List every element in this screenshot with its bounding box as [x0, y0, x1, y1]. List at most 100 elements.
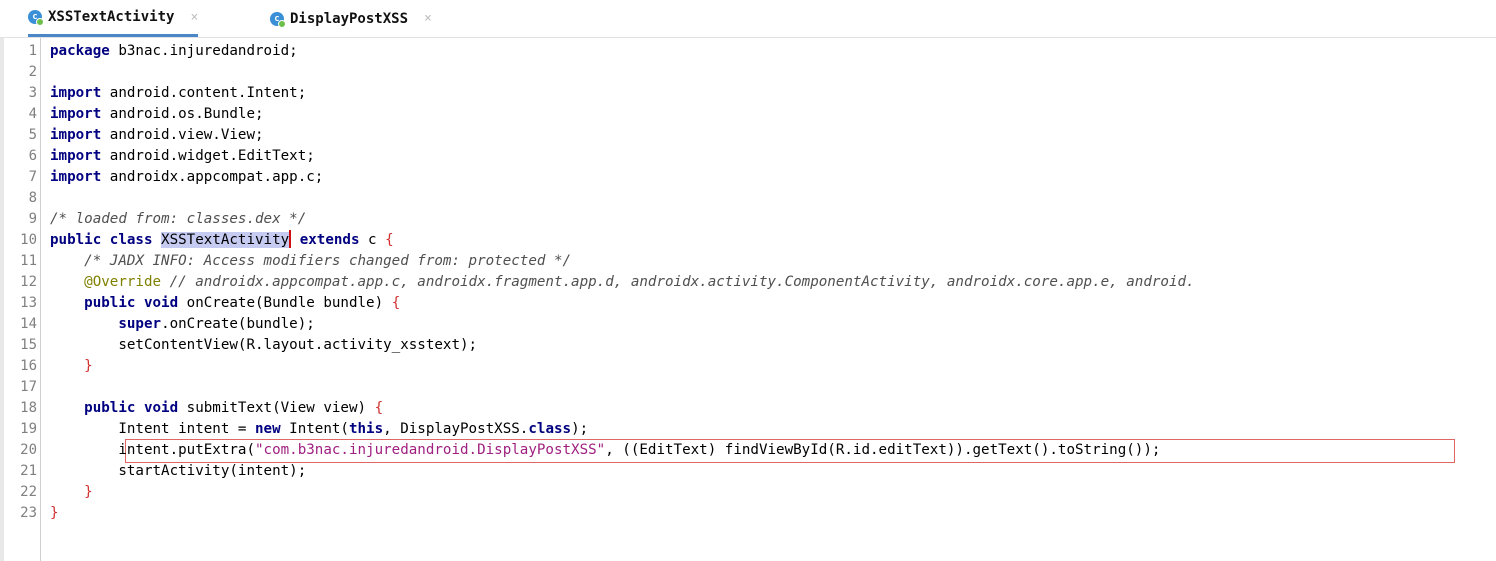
code-token: onCreate(Bundle bundle)	[178, 295, 392, 311]
line-number: 22	[20, 484, 37, 500]
line-number: 17	[20, 379, 37, 395]
editor-tab-bar: c XSSTextActivity × c DisplayPostXSS ×	[0, 0, 1496, 38]
line-number: 20	[20, 442, 37, 458]
code-token: extends	[299, 232, 360, 248]
code-token: android.widget.EditText;	[101, 148, 315, 164]
line-number: 18	[20, 400, 37, 416]
code-token: import	[50, 127, 102, 143]
close-icon[interactable]: ×	[190, 10, 198, 25]
line-number: 23	[20, 505, 37, 521]
line-number: 16	[20, 358, 37, 374]
code-token: setContentView(R.layout.activity_xsstext…	[50, 337, 478, 353]
code-token: this	[348, 421, 384, 437]
code-line[interactable]: import android.view.View;	[50, 125, 264, 146]
code-token: import	[50, 148, 102, 164]
line-number: 11	[20, 253, 37, 269]
code-token: }	[50, 505, 59, 521]
line-number: 14	[20, 316, 37, 332]
code-token: class	[528, 421, 572, 437]
code-token: android.os.Bundle;	[101, 106, 264, 122]
line-number: 15	[20, 337, 37, 353]
code-line[interactable]: public class XSSTextActivity extends c {	[50, 230, 394, 251]
code-line[interactable]: public void onCreate(Bundle bundle) {	[50, 293, 400, 314]
code-line[interactable]: startActivity(intent);	[50, 461, 306, 482]
line-number: 13	[20, 295, 37, 311]
line-number: 5	[28, 127, 37, 143]
code-token: import	[50, 106, 102, 122]
code-token: package	[50, 43, 110, 59]
code-line[interactable]: }	[50, 356, 93, 377]
code-token: , ((EditText) findViewById(R.id.editText…	[605, 442, 1161, 458]
line-number: 8	[28, 190, 37, 206]
code-line[interactable]: }	[50, 482, 93, 503]
code-token: import	[50, 85, 102, 101]
line-number: 9	[28, 211, 37, 227]
code-token: "com.b3nac.injuredandroid.DisplayPostXSS…	[255, 442, 606, 458]
line-number: 21	[20, 463, 37, 479]
code-token: @Override	[84, 274, 162, 290]
code-line[interactable]: /* loaded from: classes.dex */	[50, 209, 306, 230]
code-token: public void	[84, 295, 179, 311]
line-number: 12	[20, 274, 37, 290]
tab-displaypostxss[interactable]: c DisplayPostXSS ×	[270, 0, 432, 37]
code-token: android.content.Intent;	[101, 85, 307, 101]
class-icon: c	[28, 10, 44, 26]
tab-label: DisplayPostXSS	[290, 10, 409, 27]
code-token: public class	[50, 232, 153, 248]
code-token: // androidx.appcompat.app.c, androidx.fr…	[169, 274, 1195, 290]
code-line[interactable]: import android.widget.EditText;	[50, 146, 315, 167]
code-token: public void	[84, 400, 179, 416]
line-number-gutter: 1 2 3 4 5 6 7 8 9 10 11 12 13 14 15 16 17 18 19 20 21 22 23	[4, 38, 41, 561]
code-line[interactable]: super.onCreate(bundle);	[50, 314, 314, 335]
code-token: android.view.View;	[101, 127, 264, 143]
code-token: {	[391, 295, 401, 311]
code-line[interactable]: intent.putExtra("com.b3nac.injuredandroi…	[50, 440, 1160, 461]
code-line[interactable]: @Override // androidx.appcompat.app.c, a…	[50, 272, 1195, 293]
code-token: intent.putExtra(	[50, 442, 255, 458]
code-token: }	[84, 484, 93, 500]
code-editor[interactable]: package b3nac.injuredandroid; import andr…	[50, 38, 1496, 561]
code-token: /* loaded from: classes.dex */	[50, 211, 307, 227]
code-token: c	[359, 232, 386, 248]
tab-xsstextactivity[interactable]: c XSSTextActivity ×	[28, 0, 199, 37]
code-line[interactable]: import androidx.appcompat.app.c;	[50, 167, 323, 188]
code-token: androidx.appcompat.app.c;	[101, 169, 324, 185]
code-token: /* JADX INFO: Access modifiers changed f…	[84, 253, 572, 269]
code-token: );	[571, 421, 589, 437]
code-line[interactable]: setContentView(R.layout.activity_xsstext…	[50, 335, 477, 356]
code-token: new	[255, 421, 281, 437]
code-token: }	[84, 358, 93, 374]
code-token: , DisplayPostXSS.	[383, 421, 529, 437]
code-token: XSSTextActivity	[161, 232, 290, 248]
code-line[interactable]: /* JADX INFO: Access modifiers changed f…	[50, 251, 571, 272]
code-line[interactable]: Intent intent = new Intent(this, Display…	[50, 419, 588, 440]
line-number: 2	[28, 64, 37, 80]
code-token: import	[50, 169, 102, 185]
code-token: Intent intent =	[50, 421, 255, 437]
code-token: {	[374, 400, 384, 416]
line-number: 7	[28, 169, 37, 185]
code-line[interactable]: public void submitText(View view) {	[50, 398, 383, 419]
class-icon: c	[270, 11, 286, 28]
code-token: {	[385, 232, 394, 248]
code-line[interactable]: import android.os.Bundle;	[50, 104, 264, 125]
code-line[interactable]: }	[50, 503, 59, 524]
code-token: b3nac.injuredandroid;	[109, 43, 298, 59]
close-icon[interactable]: ×	[424, 11, 432, 26]
code-token: submitText(View view)	[178, 400, 375, 416]
code-line[interactable]: package b3nac.injuredandroid;	[50, 41, 298, 62]
code-token: super	[118, 316, 162, 332]
line-number: 1	[28, 43, 37, 59]
line-number: 10	[20, 232, 37, 248]
code-line[interactable]: import android.content.Intent;	[50, 83, 306, 104]
tab-label: XSSTextActivity	[48, 9, 175, 25]
